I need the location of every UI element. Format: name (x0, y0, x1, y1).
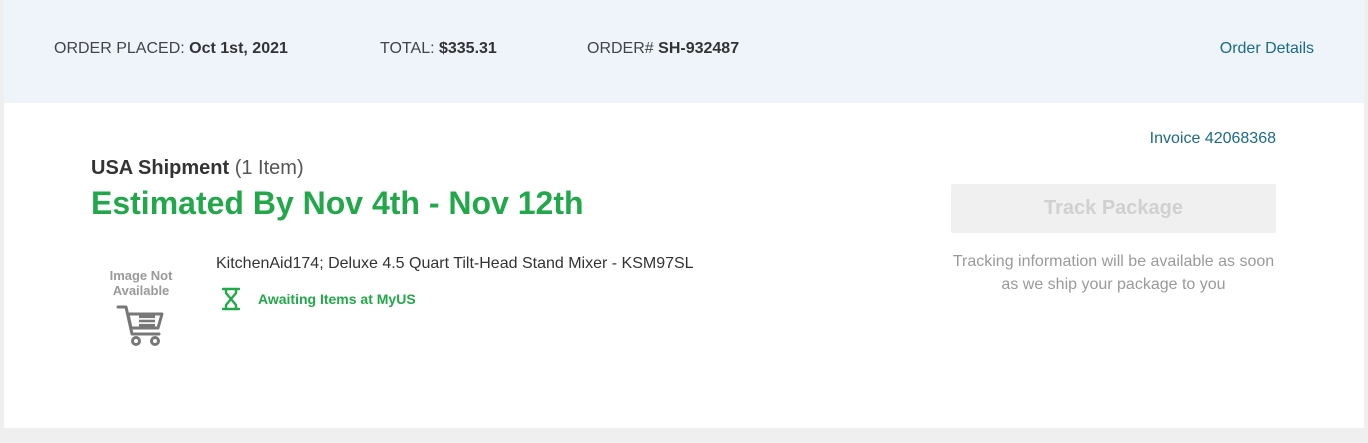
order-placed: ORDER PLACED: Oct 1st, 2021 (54, 40, 288, 58)
shopping-cart-icon (116, 305, 164, 346)
invoice-link[interactable]: Invoice 42068368 (1150, 130, 1276, 148)
order-total-label: TOTAL: (380, 40, 435, 57)
order-details-link[interactable]: Order Details (1220, 40, 1314, 58)
item-status: Awaiting Items at MyUS (220, 287, 416, 311)
hourglass-icon (221, 287, 241, 311)
shipment-item-count: (1 Item) (234, 157, 304, 179)
estimated-delivery: Estimated By Nov 4th - Nov 12th (91, 185, 584, 221)
order-card: ORDER PLACED: Oct 1st, 2021 TOTAL: $335.… (4, 0, 1364, 428)
order-total-value: $335.31 (438, 40, 497, 57)
order-number-label: ORDER# (587, 40, 654, 57)
order-total: TOTAL: $335.31 (380, 40, 497, 58)
order-placed-value: Oct 1st, 2021 (189, 40, 288, 57)
track-package-button[interactable]: Track Package (951, 184, 1276, 233)
order-number-value: SH-932487 (658, 40, 740, 57)
item-image-placeholder: Image Not Available (96, 268, 186, 354)
item-status-text: Awaiting Items at MyUS (258, 291, 416, 307)
order-header: ORDER PLACED: Oct 1st, 2021 TOTAL: $335.… (4, 0, 1364, 103)
order-number: ORDER# SH-932487 (587, 40, 739, 58)
shipment-name: USA Shipment (91, 157, 230, 179)
tracking-info-note: Tracking information will be available a… (952, 253, 1275, 293)
item-name: KitchenAid174; Deluxe 4.5 Quart Tilt-Hea… (216, 255, 694, 272)
order-placed-label: ORDER PLACED: (54, 40, 185, 57)
shipment-title: USA Shipment (1 Item) (91, 157, 304, 180)
image-not-available-text: Image Not Available (109, 268, 173, 298)
